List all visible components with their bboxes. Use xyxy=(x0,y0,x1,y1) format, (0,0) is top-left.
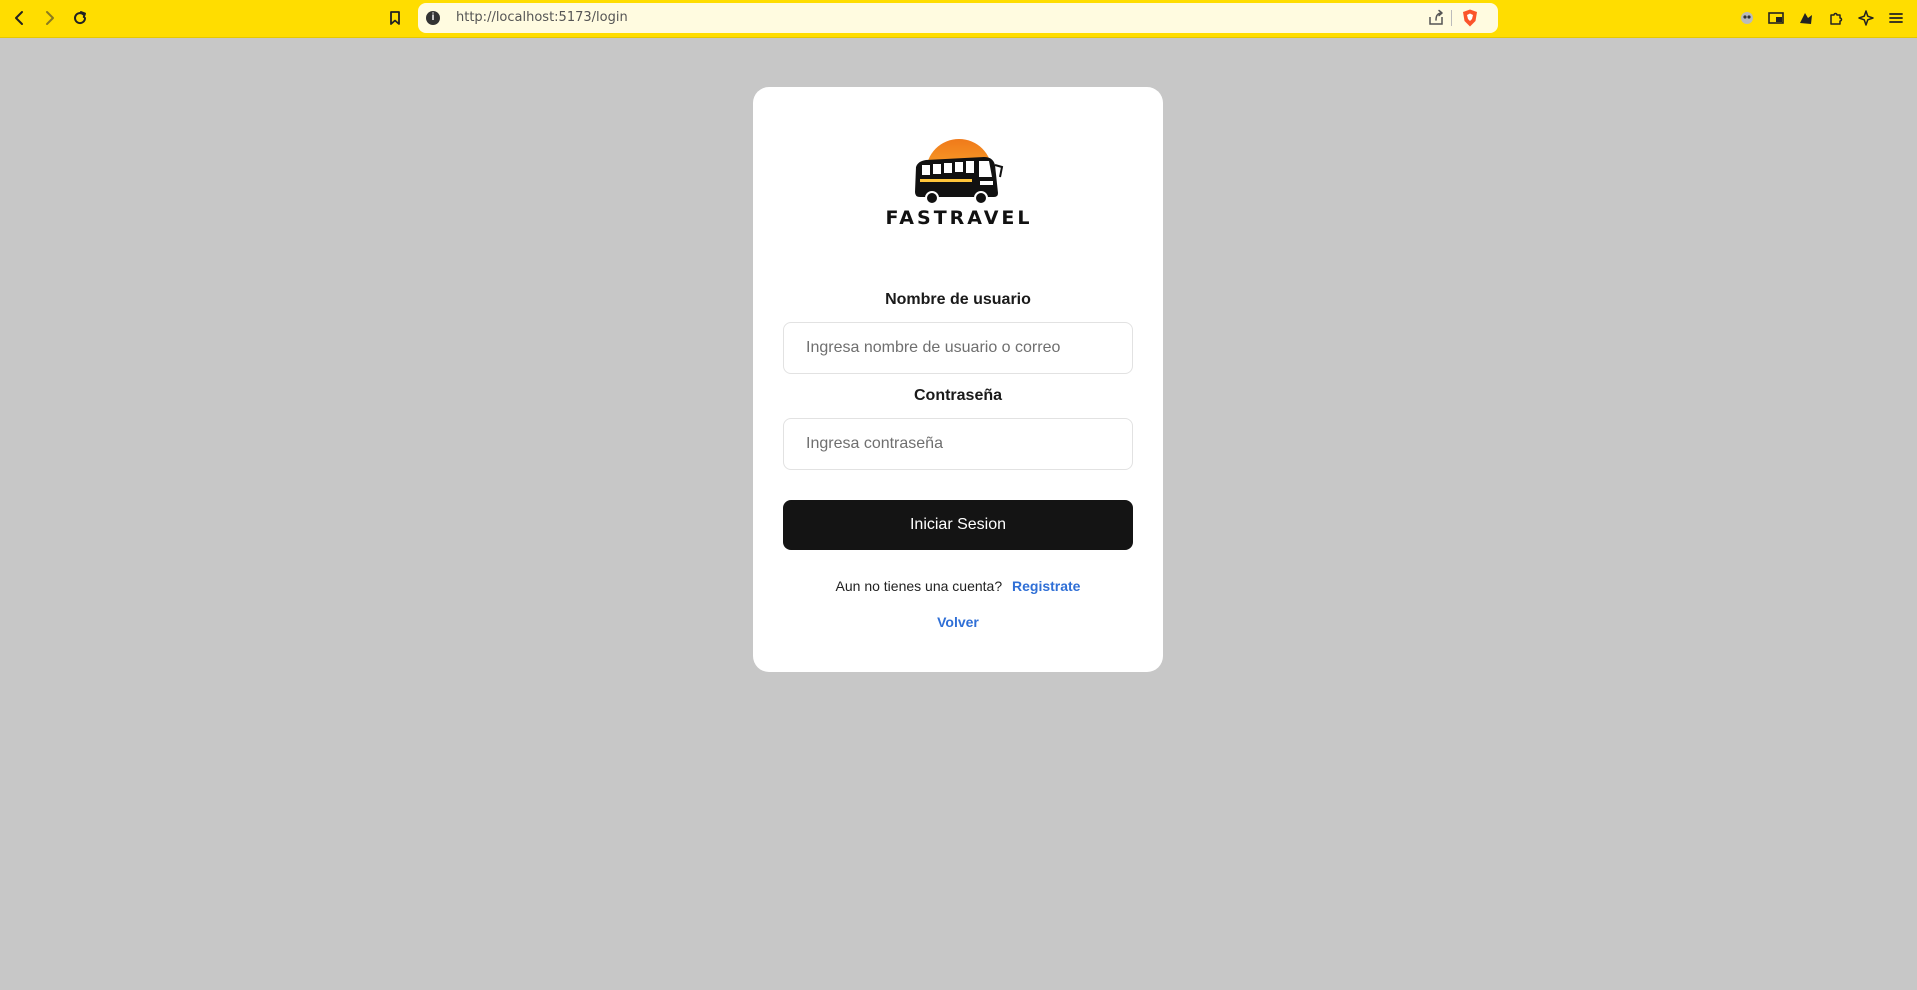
picture-in-picture-icon[interactable] xyxy=(1762,5,1790,31)
share-icon[interactable] xyxy=(1426,8,1446,28)
register-link[interactable]: Registrate xyxy=(1012,578,1080,594)
username-label: Nombre de usuario xyxy=(885,291,1031,308)
extension-1-icon[interactable] xyxy=(1733,5,1761,31)
leo-ai-icon[interactable] xyxy=(1852,5,1880,31)
browser-toolbar: i http://localhost:5173/login xyxy=(0,0,1917,38)
brave-shield-icon[interactable] xyxy=(1460,8,1480,28)
fastravel-logo: FASTRAVEL xyxy=(880,137,1038,232)
url-text[interactable]: http://localhost:5173/login xyxy=(456,10,628,25)
site-info-icon[interactable]: i xyxy=(426,11,440,25)
back-row: Volver xyxy=(753,614,1163,630)
bookmark-icon[interactable] xyxy=(381,5,409,31)
extension-2-icon[interactable] xyxy=(1792,5,1820,31)
menu-icon[interactable] xyxy=(1882,5,1910,31)
register-prompt: Aun no tienes una cuenta? xyxy=(835,578,1003,594)
login-button[interactable]: Iniciar Sesion xyxy=(783,500,1133,550)
address-bar[interactable]: i http://localhost:5173/login xyxy=(418,3,1498,33)
register-row: Aun no tienes una cuenta? Registrate xyxy=(753,578,1163,594)
address-bar-divider xyxy=(1451,10,1452,26)
login-card: FASTRAVEL Nombre de usuario Contraseña I… xyxy=(753,87,1163,672)
forward-icon[interactable] xyxy=(35,5,63,31)
brand-name: FASTRAVEL xyxy=(885,207,1033,229)
password-input[interactable] xyxy=(783,418,1133,470)
back-link[interactable]: Volver xyxy=(937,614,979,630)
puzzle-icon[interactable] xyxy=(1822,5,1850,31)
password-label: Contraseña xyxy=(913,387,1003,404)
back-icon[interactable] xyxy=(6,5,34,31)
username-input[interactable] xyxy=(783,322,1133,374)
reload-icon[interactable] xyxy=(66,5,94,31)
bus-sunset-icon xyxy=(915,139,1004,205)
